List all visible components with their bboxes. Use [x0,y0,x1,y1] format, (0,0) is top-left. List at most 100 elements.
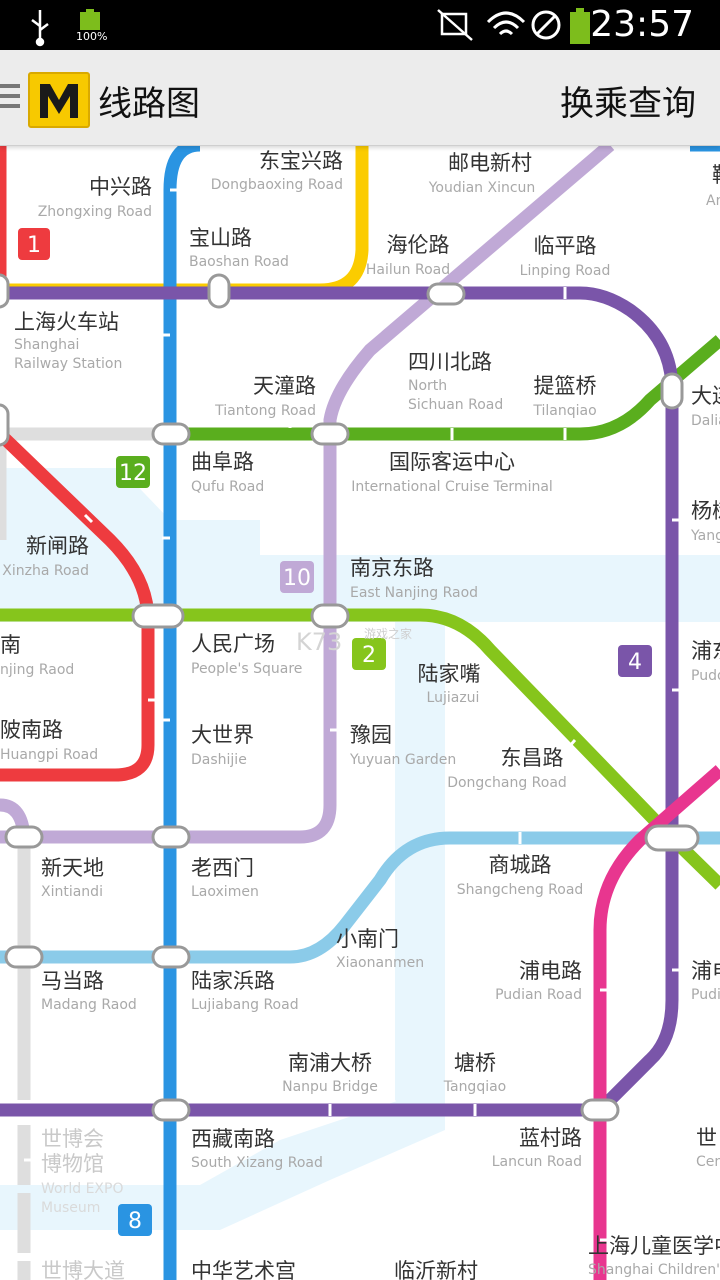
station-madang[interactable]: 马当路 Madang Raod [41,969,137,1013]
station-baoshan[interactable]: 宝山路 Baoshan Road [189,226,289,270]
svg-text:国际客运中心: 国际客运中心 [389,450,515,474]
station-tangqiao[interactable]: 塘桥 Tangqiao [443,1051,507,1095]
station-hailun[interactable]: 海伦路 Hailun Road [366,233,450,278]
station-cruise-terminal[interactable]: 国际客运中心 International Cruise Terminal [351,450,553,495]
interchange-qufu[interactable] [151,422,191,446]
svg-text:Youdian Xincun: Youdian Xincun [428,180,536,196]
no-signal-icon [531,10,561,40]
station-yang[interactable]: 杨树 Yang [690,499,720,544]
station-children-hospital[interactable]: 上海儿童医学中 Shanghai Children's [588,1234,720,1278]
interchange-baoshan[interactable] [207,273,231,309]
interchange-hailun[interactable] [426,282,466,306]
station-qufu[interactable]: 曲阜路 Qufu Road [191,450,264,495]
station-peoples-square[interactable]: 人民广场 People's Square [191,632,302,677]
svg-text:西藏南路: 西藏南路 [191,1127,275,1151]
metro-map[interactable]: 1 12 10 2 4 8 K73 游戏之家 中兴路 Zhongxing Roa… [0,146,720,1280]
station-laoximen[interactable]: 老西门 Laoximen [191,856,259,900]
interchange-peoples-square[interactable] [131,603,185,629]
station-xintiandi[interactable]: 新天地 Xintiandi [41,856,104,900]
interchange-century[interactable] [644,824,700,852]
svg-text:世博会: 世博会 [41,1127,104,1151]
line-badge-12: 12 [116,456,150,488]
svg-text:临沂新村: 临沂新村 [394,1259,478,1280]
station-dalian[interactable]: 大连 Dalia [691,384,720,429]
station-nanjing-west[interactable]: 南 njing Raod [0,633,74,678]
svg-text:临平路: 临平路 [534,234,597,258]
interchange-dalian[interactable] [660,372,684,410]
station-expo-avenue[interactable]: 世博大道 [41,1259,125,1280]
interchange-tiantong[interactable] [310,422,350,446]
interchange-nanjing-east[interactable] [310,603,350,629]
station-top-right[interactable]: 鞍 An [706,163,720,209]
station-linyi[interactable]: 临沂新村 [394,1259,478,1280]
svg-text:Madang Raod: Madang Raod [41,997,137,1013]
status-bar: 100% 23:57 [0,0,720,50]
svg-text:People's Square: People's Square [191,661,302,677]
station-art-palace[interactable]: 中华艺术宫 [191,1259,296,1280]
station-sichuan-north[interactable]: 四川北路 North Sichuan Road [408,350,503,413]
svg-text:Xintiandi: Xintiandi [41,884,103,900]
svg-text:International Cruise Terminal: International Cruise Terminal [351,479,553,495]
svg-text:K73: K73 [296,628,342,656]
interchange-madang[interactable] [4,945,44,969]
svg-text:Museum: Museum [41,1200,100,1216]
svg-text:四川北路: 四川北路 [408,350,492,374]
station-tiantong[interactable]: 天潼路 Tiantong Road [214,374,316,419]
station-pudian[interactable]: 浦电路 Pudian Road [495,959,582,1003]
interchange-shanghai-rs[interactable] [0,273,10,309]
svg-text:Baoshan Road: Baoshan Road [189,254,289,270]
svg-text:浦电: 浦电 [691,959,720,983]
station-pudong[interactable]: 浦东 Pudo [691,639,720,684]
interchange-laoximen[interactable] [151,825,191,849]
interchange-west-1[interactable] [0,403,10,447]
svg-text:老西门: 老西门 [191,856,254,880]
station-huangpi[interactable]: 陂南路 Huangpi Road [0,718,98,763]
interchange-xizang-south[interactable] [151,1098,191,1122]
interchange-lujiabang[interactable] [151,945,191,969]
station-pudian-right[interactable]: 浦电 Pudi [691,959,720,1003]
status-icons [31,9,100,47]
svg-text:Lancun Road: Lancun Road [492,1154,582,1170]
svg-text:人民广场: 人民广场 [191,632,275,656]
svg-text:Sichuan Road: Sichuan Road [408,397,503,413]
svg-text:浦电路: 浦电路 [519,959,582,983]
svg-text:新闸路: 新闸路 [26,534,89,558]
station-shangcheng[interactable]: 商城路 Shangcheng Road [457,853,584,898]
line-badge-4: 4 [618,645,652,677]
svg-text:4: 4 [628,650,642,675]
interchange-lancun[interactable] [580,1098,620,1122]
station-dongchang[interactable]: 东昌路 Dongchang Road [447,746,567,791]
station-century-right[interactable]: 世 Cen [696,1126,720,1170]
page-title: 线路图 [98,84,200,124]
station-linping[interactable]: 临平路 Linping Road [520,234,611,279]
station-zhongxing[interactable]: 中兴路 Zhongxing Road [38,175,152,220]
interchange-stations[interactable] [0,273,700,1122]
station-youdian[interactable]: 邮电新村 Youdian Xincun [428,151,536,196]
svg-text:提篮桥: 提篮桥 [534,374,597,398]
svg-text:Tiantong Road: Tiantong Road [214,403,316,419]
battery-icon [570,8,590,44]
station-lancun[interactable]: 蓝村路 Lancun Road [492,1126,582,1170]
metro-map-canvas[interactable]: 1 12 10 2 4 8 K73 游戏之家 中兴路 Zhongxing Roa… [0,146,720,1280]
menu-icon[interactable] [0,84,20,114]
station-dongbaoxing[interactable]: 东宝兴路 Dongbaoxing Road [211,149,343,193]
svg-text:中华艺术宫: 中华艺术宫 [191,1259,296,1280]
svg-text:2: 2 [362,643,376,668]
interchange-xintiandi[interactable] [4,825,44,849]
station-dashijie[interactable]: 大世界 Dashijie [191,723,254,768]
metro-logo-icon[interactable] [28,72,90,128]
svg-text:蓝村路: 蓝村路 [519,1126,582,1150]
station-lujiabang[interactable]: 陆家浜路 Lujiabang Road [191,969,299,1013]
station-tilanqiao[interactable]: 提篮桥 Tilanqiao [532,374,596,419]
clock: 23:57 [590,4,694,45]
station-nanpu-bridge[interactable]: 南浦大桥 Nanpu Bridge [282,1051,378,1095]
station-lujiazui[interactable]: 陆家嘴 Lujiazui [418,662,481,706]
svg-text:10: 10 [283,566,311,591]
svg-text:塘桥: 塘桥 [454,1051,496,1075]
svg-text:An: An [706,193,720,209]
svg-text:浦东: 浦东 [691,639,720,663]
transfer-query-button[interactable]: 换乘查询 [560,76,696,125]
station-shanghai-railway[interactable]: 上海火车站 Shanghai Railway Station [14,310,122,372]
svg-text:世: 世 [696,1126,717,1150]
svg-text:陂南路: 陂南路 [0,718,63,742]
